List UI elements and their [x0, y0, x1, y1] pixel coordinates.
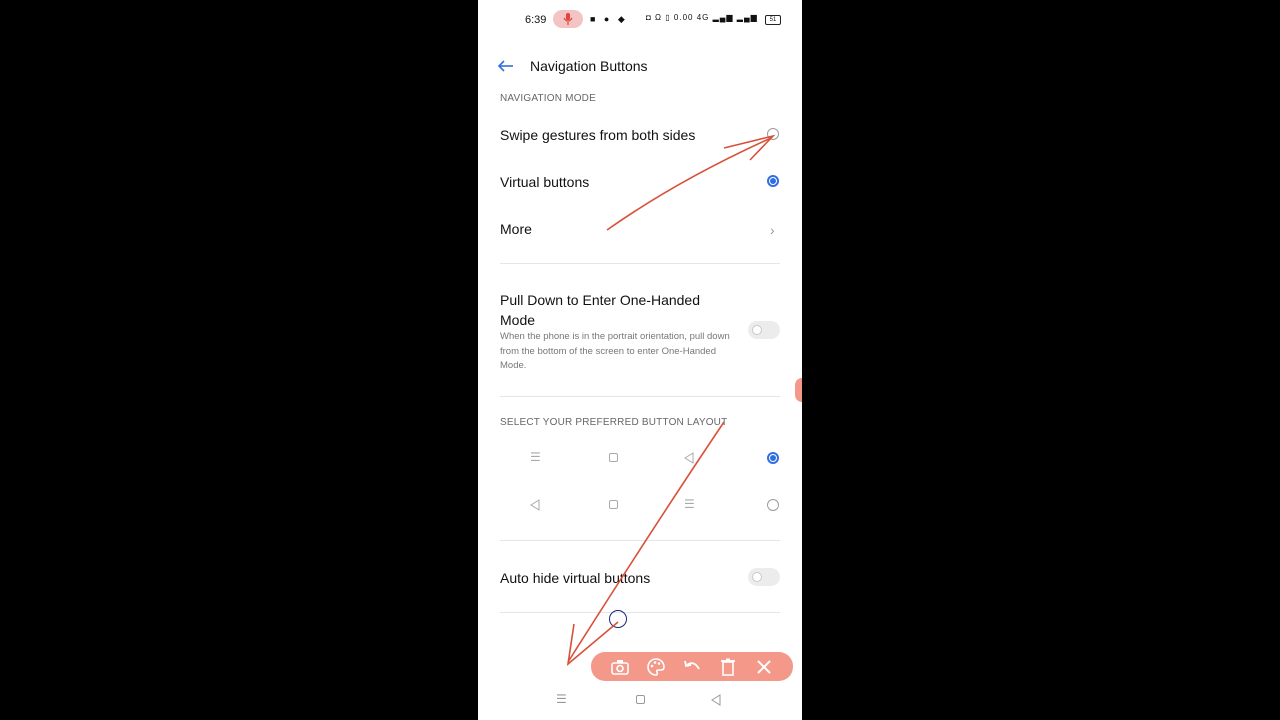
menu-icon[interactable]: ☰	[556, 692, 567, 706]
one-handed-title: Pull Down to Enter One-Handed Mode	[500, 292, 700, 328]
status-bar: 6:39 ■ ● ◆ ◘ Ω ▯ 0.00 4G ▂▄▆ ▂▄▆ 51	[478, 8, 802, 32]
page-title: Navigation Buttons	[530, 58, 648, 74]
toggle-knob	[752, 572, 762, 582]
system-nav-bar: ☰	[478, 688, 802, 712]
camera-icon[interactable]	[610, 657, 630, 677]
close-icon[interactable]	[754, 657, 774, 677]
swipe-gestures-radio[interactable]	[767, 128, 779, 140]
one-handed-description: When the phone is in the portrait orient…	[500, 331, 730, 371]
battery-icon: 51	[765, 15, 781, 25]
touch-indicator	[609, 610, 627, 628]
divider	[500, 540, 780, 541]
back-icon	[684, 452, 694, 464]
back-arrow-icon[interactable]	[497, 57, 515, 75]
headset-icon: ◘ Ω ▯	[646, 13, 674, 22]
back-icon	[530, 499, 540, 511]
option-label: Swipe gestures from both sides	[500, 127, 696, 143]
menu-icon: ☰	[530, 450, 541, 464]
chevron-right-icon: ›	[770, 222, 775, 238]
status-icons: ◘ Ω ▯ 0.00 4G ▂▄▆ ▂▄▆	[646, 13, 758, 22]
palette-icon[interactable]	[646, 657, 666, 677]
data-speed: 0.00	[673, 13, 694, 22]
virtual-buttons-radio[interactable]	[767, 175, 779, 187]
trash-icon[interactable]	[718, 657, 738, 677]
recorder-toolbar	[591, 652, 793, 681]
home-icon	[609, 453, 618, 462]
layout-1-radio[interactable]	[767, 452, 779, 464]
navigation-mode-label: NAVIGATION MODE	[500, 93, 596, 104]
home-icon[interactable]	[636, 695, 645, 704]
network-type: 4G	[696, 13, 710, 22]
button-layout-label: SELECT YOUR PREFERRED BUTTON LAYOUT	[500, 417, 728, 428]
notification-icons: ■ ● ◆	[590, 14, 628, 24]
auto-hide-toggle[interactable]	[748, 568, 780, 586]
mic-recording-icon	[553, 10, 583, 28]
menu-icon: ☰	[684, 497, 695, 511]
signal-icon: ▂▄▆ ▂▄▆	[712, 13, 758, 22]
option-label: Virtual buttons	[500, 174, 590, 190]
undo-icon[interactable]	[682, 657, 702, 677]
back-icon[interactable]	[711, 694, 721, 706]
floating-handle[interactable]	[795, 378, 802, 402]
divider	[500, 612, 780, 613]
toggle-knob	[752, 325, 762, 335]
more-label: More	[500, 221, 532, 237]
auto-hide-label: Auto hide virtual buttons	[500, 570, 651, 586]
layout-2-radio[interactable]	[767, 499, 779, 511]
one-handed-toggle[interactable]	[748, 321, 780, 339]
status-time: 6:39	[525, 14, 547, 26]
home-icon	[609, 500, 618, 509]
divider	[500, 263, 780, 264]
phone-screen: 6:39 ■ ● ◆ ◘ Ω ▯ 0.00 4G ▂▄▆ ▂▄▆ 51 Navi…	[478, 0, 802, 720]
divider	[500, 396, 780, 397]
